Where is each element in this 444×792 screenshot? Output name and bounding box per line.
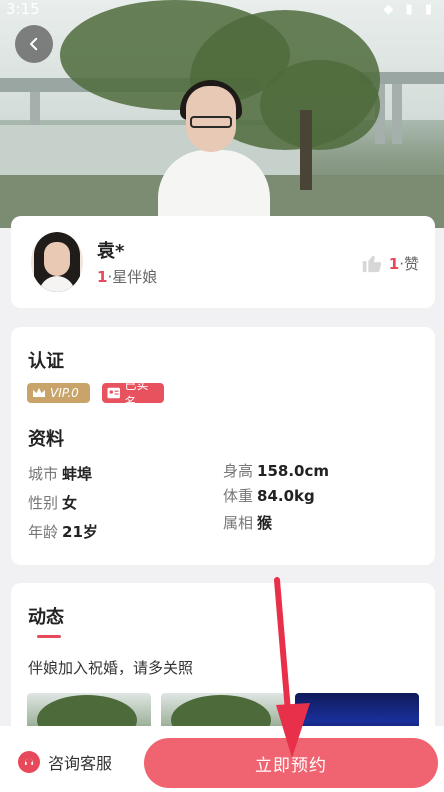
- info-card: 认证 VIP.0 已实名 资料 城市 蚌埠 性别女 年龄 21岁 身高 158.0cm…: [11, 327, 435, 565]
- profile-rank: 1·星伴娘: [97, 266, 157, 287]
- detail-weight: 体重 84.0kg: [223, 487, 315, 505]
- thumbs-up-icon: [361, 252, 383, 274]
- back-button[interactable]: [15, 25, 53, 63]
- detail-city: 城市 蚌埠: [28, 465, 93, 483]
- status-icons: ◆ ▮ ▮: [383, 2, 436, 17]
- detail-gender: 性别女: [28, 494, 78, 512]
- details-title: 资料: [28, 429, 64, 450]
- verified-label: 已实名: [124, 378, 149, 409]
- customer-service-label: 咨询客服: [48, 754, 113, 773]
- detail-height: 身高 158.0cm: [223, 462, 329, 480]
- headset-icon: [18, 751, 40, 773]
- rank-number: 1: [97, 268, 108, 286]
- likes-label: ·赞: [399, 254, 419, 273]
- vip-badge: VIP.0: [27, 383, 90, 403]
- moments-card: 动态 伴娘加入祝婚，请多关照: [11, 583, 435, 743]
- profile-card: 袁* 1·星伴娘 1·赞: [11, 216, 435, 308]
- hero-photo: [0, 0, 444, 228]
- tab-underline: [37, 635, 61, 638]
- customer-service-button[interactable]: 咨询客服: [18, 750, 112, 774]
- status-bar: 3:15 ◆ ▮ ▮: [0, 0, 444, 22]
- status-time: 3:15: [6, 0, 40, 18]
- crown-icon: [33, 388, 45, 397]
- profile-name: 袁*: [97, 241, 125, 262]
- verified-badge: 已实名: [102, 378, 164, 409]
- detail-zodiac: 属相猴: [223, 514, 273, 532]
- avatar: [31, 232, 83, 292]
- book-now-button[interactable]: 立即预约: [144, 738, 438, 788]
- likes-count: 1: [388, 254, 400, 273]
- moments-title: 动态: [28, 607, 64, 628]
- detail-age: 年龄 21岁: [28, 523, 98, 541]
- id-card-icon: [107, 387, 120, 399]
- chevron-left-icon: [30, 37, 38, 51]
- like-button[interactable]: 1·赞: [361, 252, 419, 274]
- cert-title: 认证: [28, 351, 64, 372]
- bottom-bar: 咨询客服 立即预约: [0, 726, 444, 792]
- vip-label: VIP.0: [50, 386, 79, 400]
- moment-text: 伴娘加入祝婚，请多关照: [28, 659, 194, 677]
- rank-label: ·星伴娘: [107, 268, 158, 286]
